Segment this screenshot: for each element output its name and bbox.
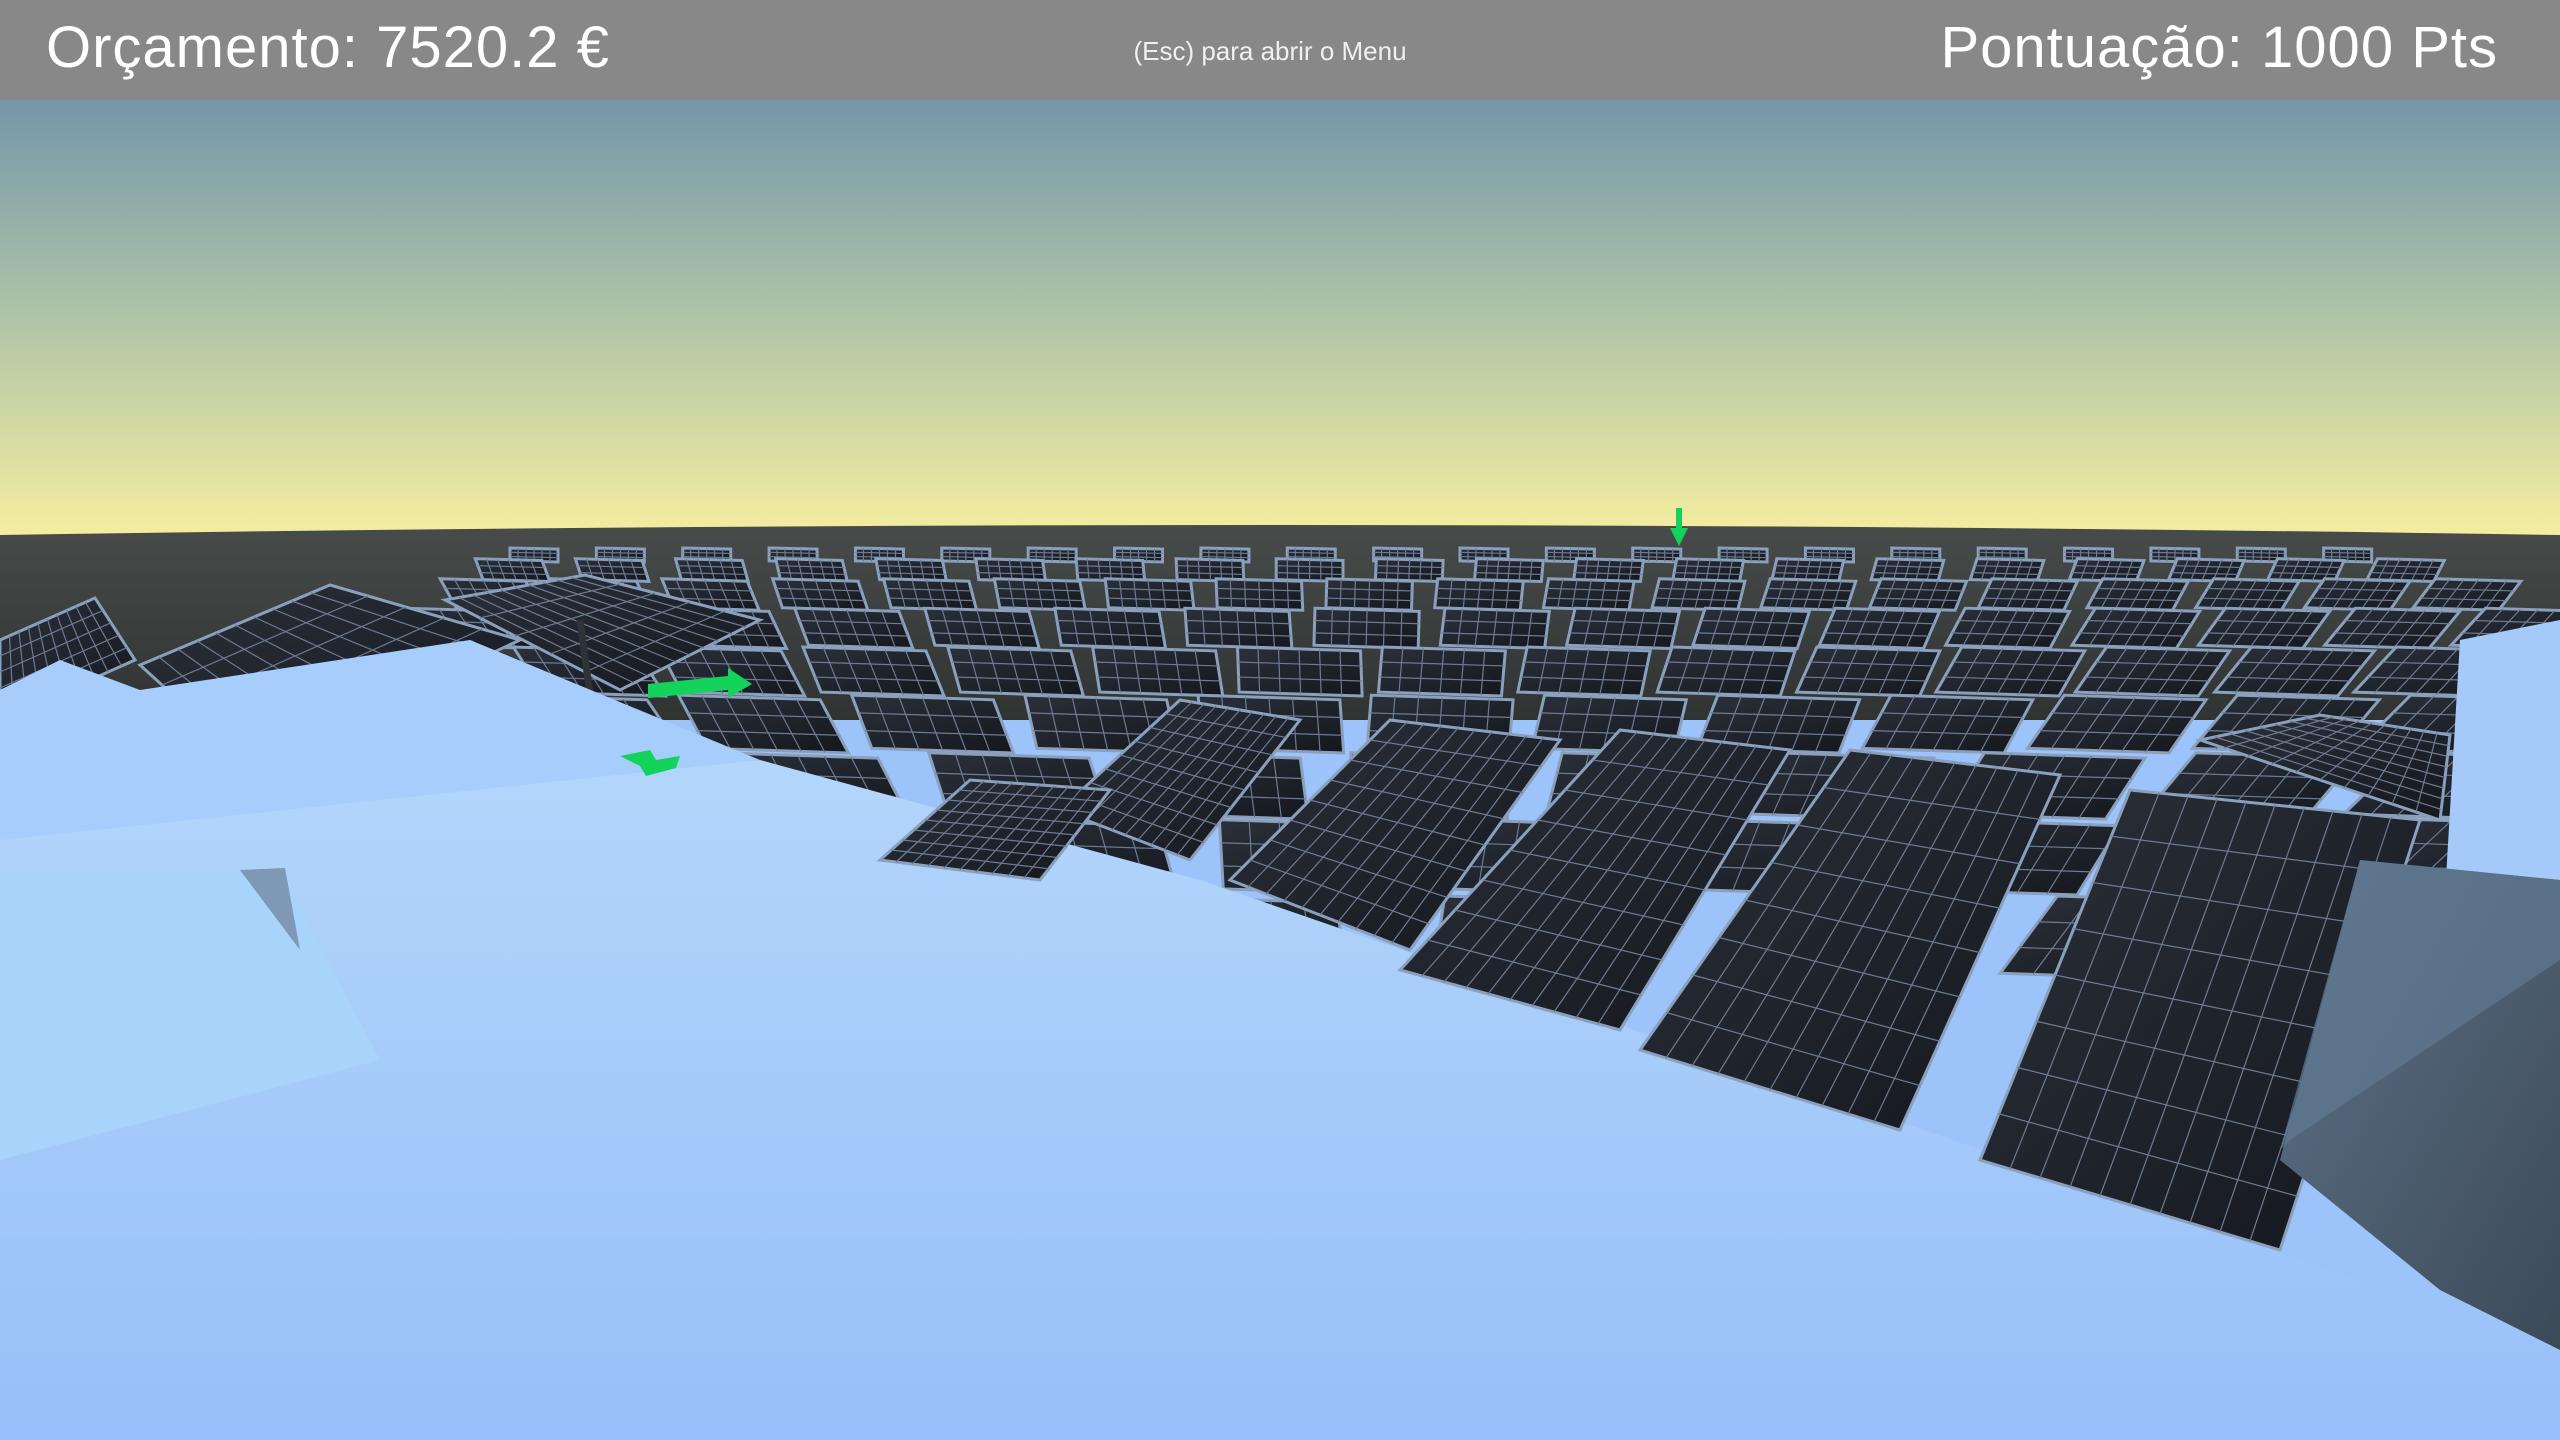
score-value: 1000 Pts bbox=[2261, 15, 2498, 80]
score-display: Pontuação: 1000 Pts bbox=[1940, 14, 2498, 81]
sky bbox=[0, 100, 2560, 540]
score-label: Pontuação: bbox=[1940, 15, 2244, 80]
game-viewport[interactable] bbox=[0, 0, 2560, 1440]
hud-bar: Orçamento: 7520.2 € (Esc) para abrir o M… bbox=[0, 0, 2560, 100]
